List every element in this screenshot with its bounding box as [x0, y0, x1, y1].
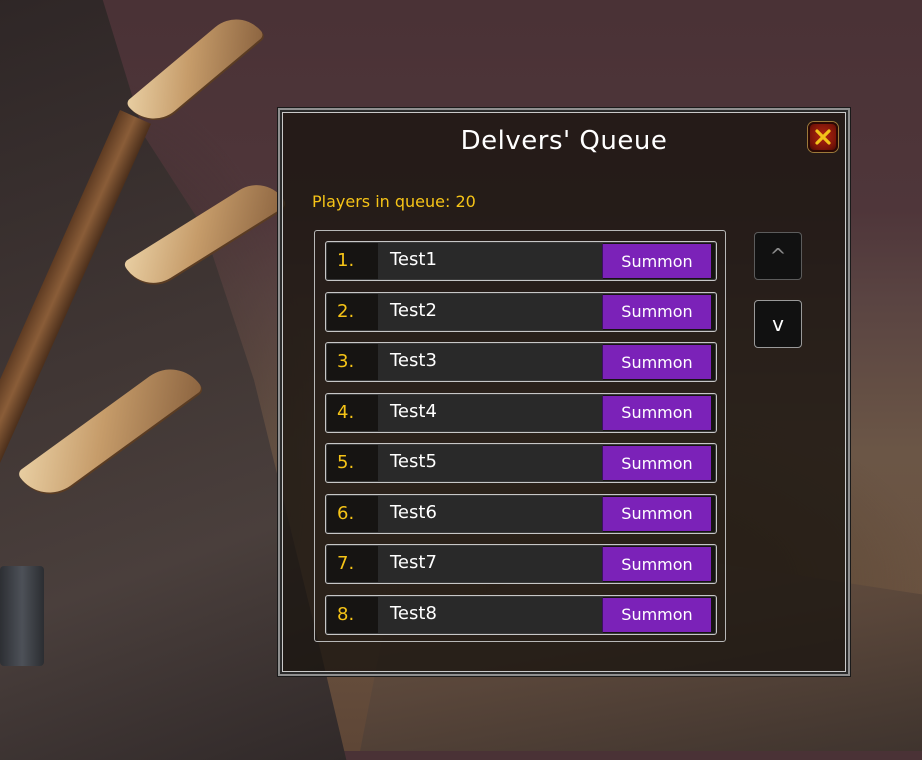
summon-button[interactable]: Summon — [602, 547, 711, 581]
queue-count-text: Players in queue: 20 — [312, 192, 476, 211]
summon-button[interactable]: Summon — [602, 446, 711, 480]
player-name: Test5 — [390, 451, 437, 472]
player-name: Test6 — [390, 501, 437, 523]
queue-row: 1. Test1 Summon — [325, 241, 717, 281]
queue-row: 6. Test6 Summon — [325, 493, 717, 534]
close-icon — [815, 129, 831, 145]
stone-lantern — [0, 566, 44, 666]
queue-row: 7. Test7 Summon — [325, 544, 717, 584]
queue-row: 5. Test5 Summon — [325, 443, 717, 483]
summon-button[interactable]: Summon — [602, 345, 711, 379]
queue-index: 1. — [337, 250, 355, 271]
summon-button[interactable]: Summon — [602, 496, 711, 531]
queue-index: 6. — [337, 502, 355, 524]
queue-row: 3. Test3 Summon — [325, 342, 717, 382]
delvers-queue-window: Delvers' Queue Players in queue: 20 1. T… — [278, 108, 850, 676]
player-name: Test4 — [390, 400, 437, 422]
queue-index: 3. — [337, 351, 355, 372]
summon-button[interactable]: Summon — [602, 244, 711, 278]
summon-button[interactable]: Summon — [602, 294, 711, 329]
player-name: Test7 — [390, 552, 437, 573]
queue-index: 4. — [337, 401, 355, 423]
player-name: Test2 — [390, 299, 437, 321]
tusk-spike — [125, 6, 265, 132]
queue-row: 4. Test4 Summon — [325, 392, 717, 433]
queue-index: 8. — [337, 603, 355, 625]
queue-index: 2. — [337, 300, 355, 322]
close-button[interactable] — [808, 122, 838, 152]
queue-row: 2. Test2 Summon — [325, 291, 717, 332]
player-name: Test3 — [390, 350, 437, 371]
window-title: Delvers' Queue — [460, 126, 668, 156]
queue-index: 5. — [337, 452, 355, 473]
player-name: Test1 — [390, 249, 437, 270]
queue-row: 8. Test8 Summon — [325, 594, 717, 635]
queue-index: 7. — [337, 553, 355, 574]
queue-list: 1. Test1 Summon 2. Test2 Summon 3. Test3… — [314, 230, 726, 642]
scroll-down-button[interactable]: v — [754, 300, 802, 348]
player-name: Test8 — [390, 602, 437, 624]
scroll-up-button[interactable]: ^ — [754, 232, 802, 280]
summon-button[interactable]: Summon — [602, 597, 711, 632]
summon-button[interactable]: Summon — [602, 395, 711, 430]
